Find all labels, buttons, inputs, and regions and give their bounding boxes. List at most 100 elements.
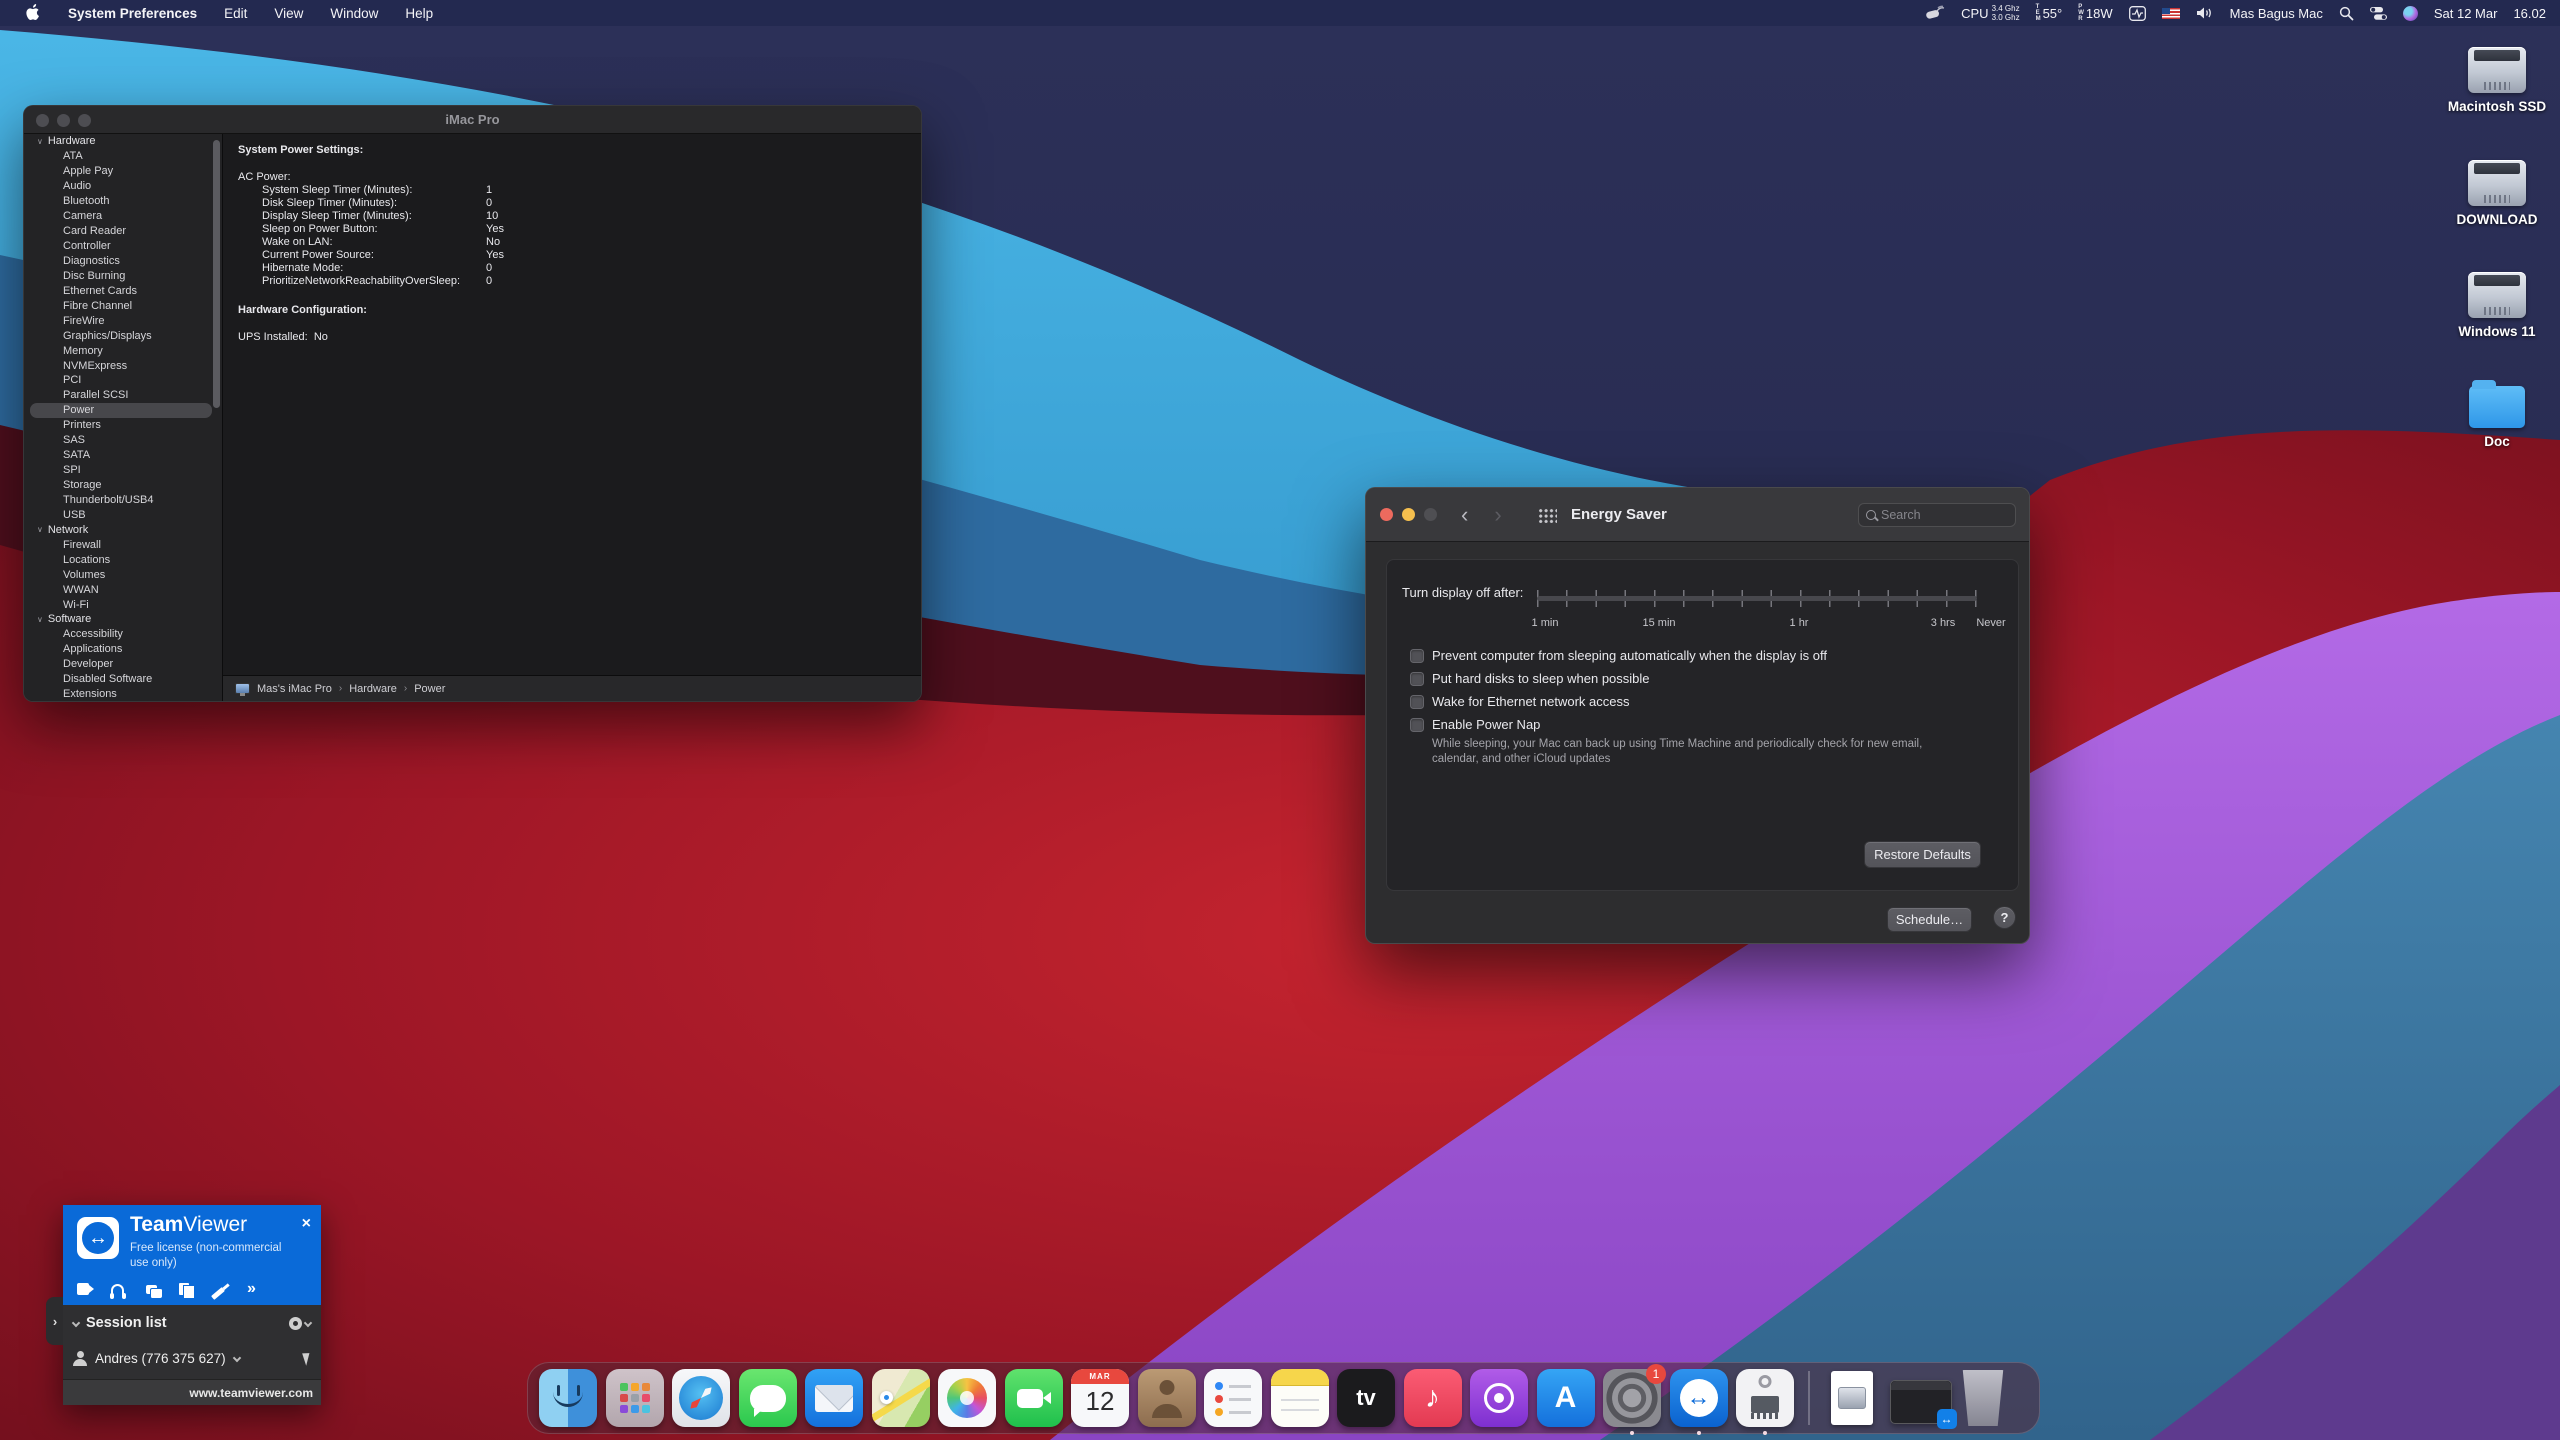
sidebar-item-wifi[interactable]: Wi-Fi <box>24 597 222 612</box>
cpu-status[interactable]: CPU 3.4 Ghz 3.0 Ghz <box>1961 4 2019 22</box>
sidebar-item-disabled-software[interactable]: Disabled Software <box>24 672 222 687</box>
file-transfer-icon[interactable] <box>179 1283 189 1295</box>
dock-podcasts-icon[interactable] <box>1470 1369 1528 1427</box>
dock-calendar-icon[interactable]: MAR 12 <box>1071 1369 1129 1427</box>
sidebar-item-nvmexpress[interactable]: NVMExpress <box>24 358 222 373</box>
sidebar-item-apple-pay[interactable]: Apple Pay <box>24 164 222 179</box>
checkbox-wake-ethernet[interactable]: Wake for Ethernet network access <box>1410 694 1630 709</box>
es-toolbar[interactable]: ‹ › Energy Saver <box>1366 488 2029 542</box>
menu-edit[interactable]: Edit <box>224 6 247 21</box>
sidebar-item-power-selected[interactable]: Power <box>24 403 222 418</box>
apple-menu-icon[interactable] <box>26 3 41 24</box>
sidebar-item-accessibility[interactable]: Accessibility <box>24 627 222 642</box>
device-name[interactable]: Mas Bagus Mac <box>2230 6 2323 21</box>
minimize-button[interactable] <box>57 114 70 127</box>
breadcrumb-hardware[interactable]: Hardware <box>349 683 397 695</box>
dock-minimized-window-icon[interactable]: ↔ <box>1890 1380 1952 1424</box>
wireless-device-icon[interactable] <box>1925 5 1945 21</box>
audio-call-icon[interactable] <box>111 1284 124 1295</box>
help-button[interactable]: ? <box>1993 906 2016 929</box>
sidebar-item-camera[interactable]: Camera <box>24 209 222 224</box>
search-field[interactable] <box>1858 503 2016 527</box>
menu-date[interactable]: Sat 12 Mar <box>2434 6 2498 21</box>
dock-launchpad-icon[interactable] <box>606 1369 664 1427</box>
back-button[interactable]: ‹ <box>1461 502 1468 528</box>
sidebar-section-hardware[interactable]: ∨Hardware <box>24 134 222 149</box>
checkbox-prevent-sleep[interactable]: Prevent computer from sleeping automatic… <box>1410 648 1827 663</box>
chat-icon[interactable] <box>146 1285 157 1294</box>
panel-collapse-tab[interactable]: › <box>46 1297 64 1345</box>
checkbox-icon[interactable] <box>1410 718 1424 732</box>
checkbox-icon[interactable] <box>1410 695 1424 709</box>
checkbox-icon[interactable] <box>1410 649 1424 663</box>
sidebar-scrollbar[interactable] <box>213 140 220 408</box>
sidebar-item-storage[interactable]: Storage <box>24 478 222 493</box>
dock-apple-tv-icon[interactable]: tv <box>1337 1369 1395 1427</box>
sidebar-item-bluetooth[interactable]: Bluetooth <box>24 194 222 209</box>
sidebar-item-audio[interactable]: Audio <box>24 179 222 194</box>
sidebar-item-graphics-displays[interactable]: Graphics/Displays <box>24 328 222 343</box>
input-language-flag-icon[interactable] <box>2162 8 2180 19</box>
sidebar-item-disc-burning[interactable]: Disc Burning <box>24 268 222 283</box>
menu-window[interactable]: Window <box>330 6 378 21</box>
breadcrumb-computer[interactable]: Mas's iMac Pro <box>257 683 332 695</box>
menu-time[interactable]: 16.02 <box>2513 6 2546 21</box>
dock-maps-icon[interactable] <box>872 1369 930 1427</box>
close-button[interactable] <box>1380 508 1393 521</box>
desktop-icon-doc-folder[interactable]: Doc <box>2442 380 2552 449</box>
activity-monitor-icon[interactable] <box>2129 6 2146 21</box>
dock-safari-icon[interactable] <box>672 1369 730 1427</box>
control-center-icon[interactable] <box>2370 7 2387 20</box>
sidebar-item-sata[interactable]: SATA <box>24 448 222 463</box>
sidebar-item-developer[interactable]: Developer <box>24 657 222 672</box>
sidebar-item-volumes[interactable]: Volumes <box>24 567 222 582</box>
dock-notes-icon[interactable] <box>1271 1369 1329 1427</box>
power-status[interactable]: PWR 18W <box>2078 4 2112 22</box>
temperature-status[interactable]: TEM 55° <box>2036 4 2063 22</box>
dock-messages-icon[interactable] <box>739 1369 797 1427</box>
sidebar-section-software[interactable]: ∨Software <box>24 612 222 627</box>
menu-view[interactable]: View <box>274 6 303 21</box>
close-icon[interactable]: × <box>302 1215 311 1233</box>
dock-app-store-icon[interactable]: A <box>1537 1369 1595 1427</box>
dock-trash-icon[interactable] <box>1960 1370 2006 1426</box>
dock-reminders-icon[interactable] <box>1204 1369 1262 1427</box>
desktop-icon-macintosh-ssd[interactable]: Macintosh SSD <box>2442 47 2552 114</box>
minimize-button[interactable] <box>1402 508 1415 521</box>
zoom-button[interactable] <box>1424 508 1437 521</box>
sidebar-item-ethernet-cards[interactable]: Ethernet Cards <box>24 283 222 298</box>
dock-photos-icon[interactable] <box>938 1369 996 1427</box>
show-all-grid-icon[interactable] <box>1538 508 1557 523</box>
sidebar-item-fibre-channel[interactable]: Fibre Channel <box>24 298 222 313</box>
dock-system-preferences-icon[interactable]: 1 <box>1603 1369 1661 1427</box>
volume-icon[interactable] <box>2196 6 2214 20</box>
whiteboard-icon[interactable] <box>211 1287 225 1300</box>
sidebar-item-thunderbolt-usb4[interactable]: Thunderbolt/USB4 <box>24 493 222 508</box>
menu-help[interactable]: Help <box>405 6 433 21</box>
sidebar-item-card-reader[interactable]: Card Reader <box>24 224 222 239</box>
sidebar-item-extensions[interactable]: Extensions <box>24 687 222 701</box>
sidebar-item-parallel-scsi[interactable]: Parallel SCSI <box>24 388 222 403</box>
session-settings[interactable] <box>289 1317 311 1330</box>
sidebar-item-applications[interactable]: Applications <box>24 642 222 657</box>
dock-disk-image-document-icon[interactable] <box>1823 1369 1881 1427</box>
sidebar-item-usb[interactable]: USB <box>24 507 222 522</box>
sidebar-item-ata[interactable]: ATA <box>24 149 222 164</box>
schedule-button[interactable]: Schedule… <box>1887 907 1972 932</box>
search-input[interactable] <box>1881 508 1996 522</box>
checkbox-hard-disk-sleep[interactable]: Put hard disks to sleep when possible <box>1410 671 1650 686</box>
desktop-icon-download[interactable]: DOWNLOAD <box>2442 160 2552 227</box>
dock-facetime-icon[interactable] <box>1005 1369 1063 1427</box>
video-call-icon[interactable] <box>77 1283 89 1295</box>
menu-app-name[interactable]: System Preferences <box>68 6 197 21</box>
dock-rom-utility-icon[interactable] <box>1736 1369 1794 1427</box>
zoom-button[interactable] <box>78 114 91 127</box>
session-user-row[interactable]: Andres (776 375 627) <box>73 1345 311 1371</box>
dock-finder-icon[interactable] <box>539 1369 597 1427</box>
sidebar-item-controller[interactable]: Controller <box>24 239 222 254</box>
dock-mail-icon[interactable] <box>805 1369 863 1427</box>
restore-defaults-button[interactable]: Restore Defaults <box>1864 841 1981 868</box>
sidebar-item-firewire[interactable]: FireWire <box>24 313 222 328</box>
close-button[interactable] <box>36 114 49 127</box>
sidebar-item-pci[interactable]: PCI <box>24 373 222 388</box>
